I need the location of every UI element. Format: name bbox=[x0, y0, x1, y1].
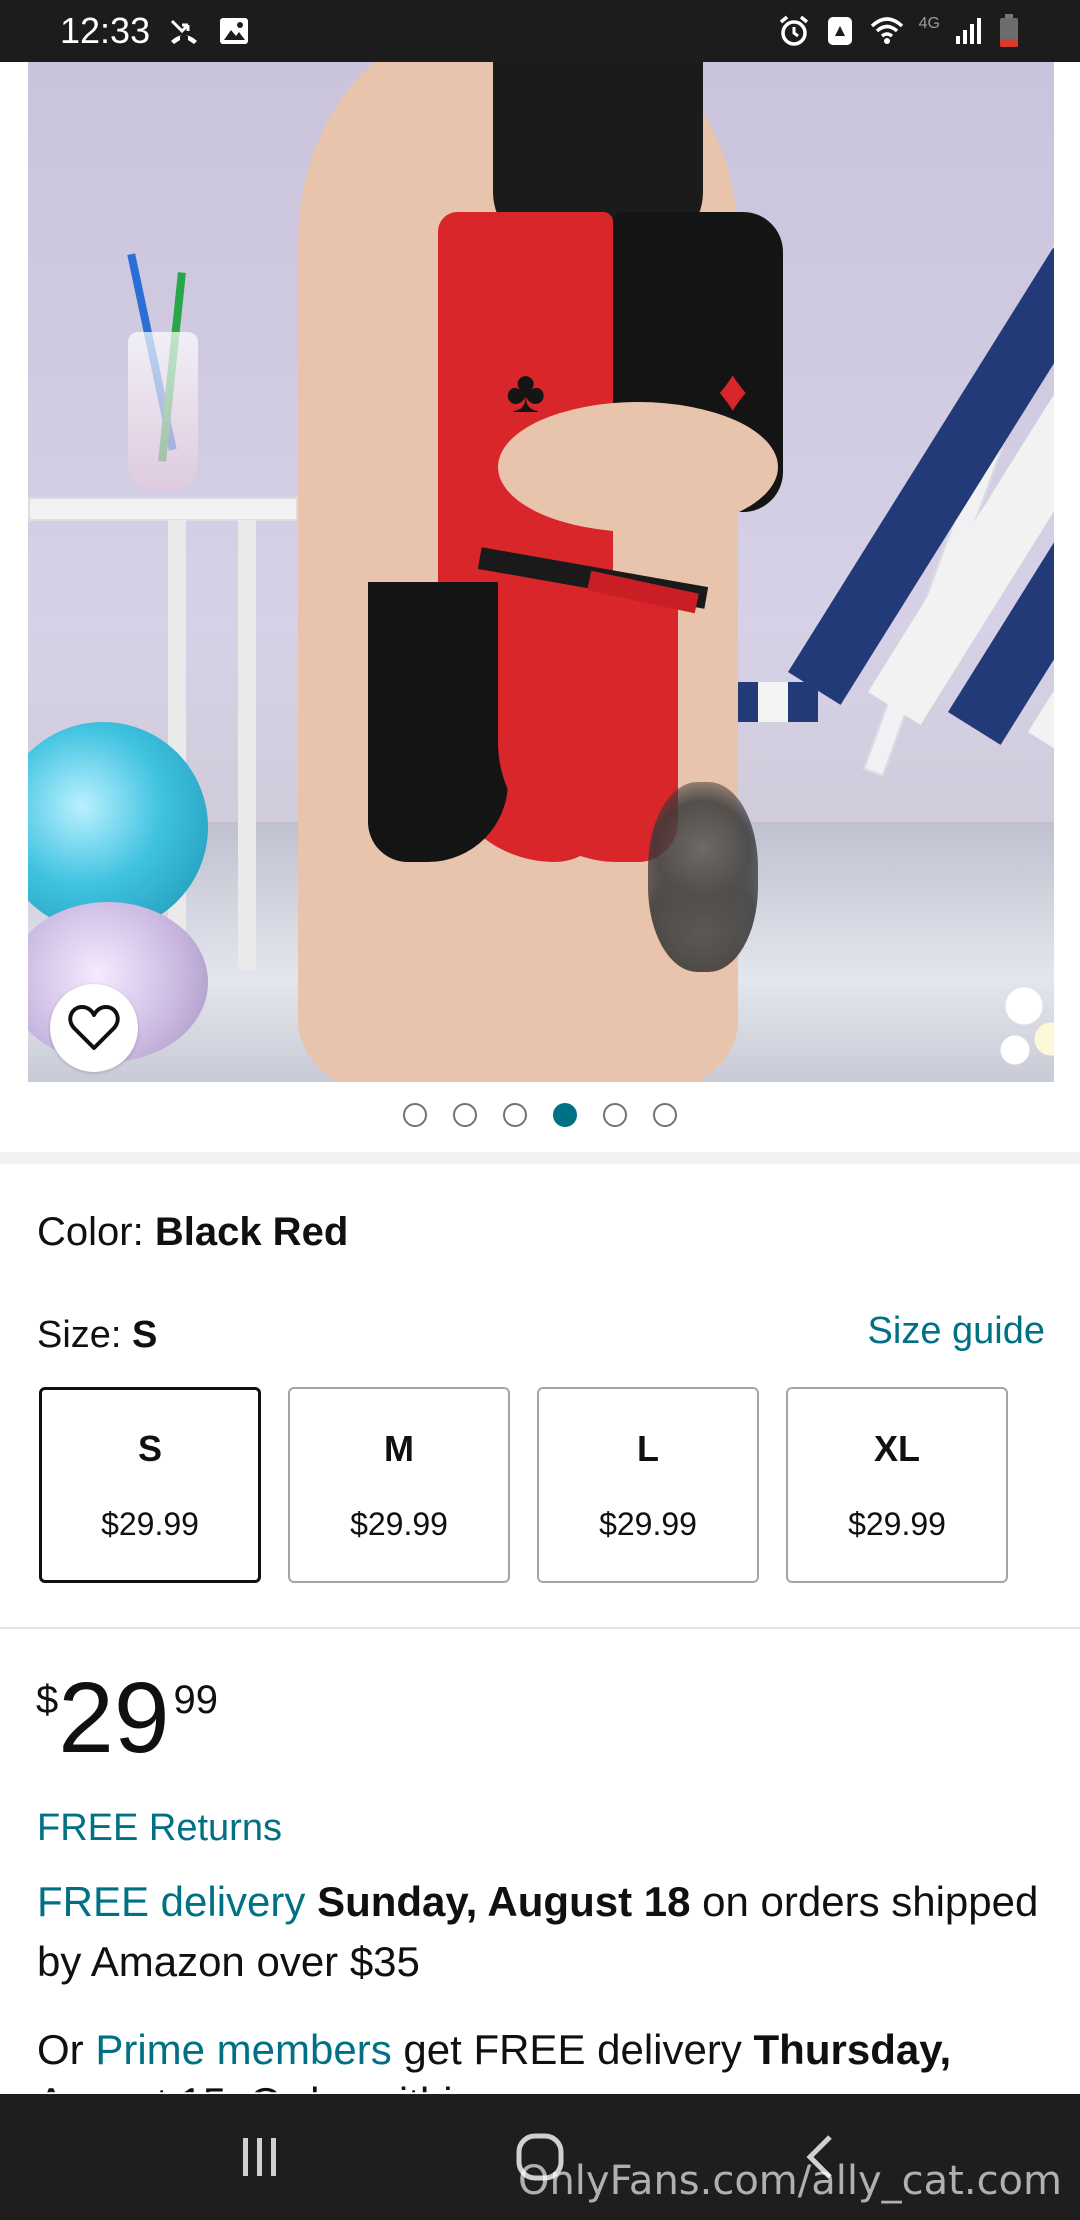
carousel-dot[interactable] bbox=[653, 1103, 677, 1127]
carousel-dot[interactable] bbox=[553, 1103, 577, 1127]
size-option-price: $29.99 bbox=[350, 1505, 448, 1542]
size-guide-link[interactable]: Size guide bbox=[868, 1310, 1045, 1353]
club-suit-print: ♣ bbox=[506, 358, 546, 425]
status-time: 12:33 bbox=[60, 10, 151, 51]
carousel-dot[interactable] bbox=[403, 1103, 427, 1127]
delivery-date: Sunday, August 18 bbox=[317, 1878, 691, 1925]
price-fraction: 99 bbox=[173, 1678, 218, 1722]
wifi-icon bbox=[869, 14, 905, 48]
price-whole: 29 bbox=[58, 1662, 170, 1774]
free-returns-link[interactable]: FREE Returns bbox=[37, 1807, 282, 1850]
diamond-suit-print: ♦ bbox=[718, 358, 748, 423]
size-option-price: $29.99 bbox=[599, 1505, 697, 1542]
watermark-text: OnlyFans.com/ally_cat.com bbox=[517, 2158, 1062, 2204]
delivery-message: FREE delivery Sunday, August 18 on order… bbox=[37, 1872, 1047, 1992]
signal-icon bbox=[954, 16, 984, 46]
price-symbol: $ bbox=[36, 1678, 59, 1722]
recents-icon bbox=[243, 2138, 276, 2176]
carousel-indicators bbox=[0, 1100, 1080, 1130]
size-option-xl[interactable]: XL $29.99 bbox=[786, 1387, 1008, 1583]
color-label: Color: bbox=[37, 1210, 144, 1254]
prime-prefix: Or bbox=[37, 2026, 84, 2073]
status-right: 4G bbox=[777, 13, 1020, 49]
gallery-icon bbox=[218, 15, 250, 47]
size-options: S $29.99 M $29.99 L $29.99 XL $29.99 bbox=[39, 1387, 1008, 1583]
battery-icon bbox=[998, 13, 1020, 49]
size-option-price: $29.99 bbox=[101, 1505, 199, 1542]
product-image[interactable]: ♣ ♦ bbox=[28, 62, 1054, 1082]
recents-button[interactable] bbox=[215, 2117, 305, 2197]
recycle-icon bbox=[825, 14, 855, 48]
prime-members-link[interactable]: Prime members bbox=[95, 2026, 391, 2073]
size-label: Size: bbox=[37, 1314, 122, 1356]
size-option-label: L bbox=[637, 1427, 659, 1469]
size-option-label: S bbox=[137, 1427, 162, 1469]
status-bar: 12:33 4G bbox=[0, 0, 1080, 62]
color-value: Black Red bbox=[154, 1210, 349, 1254]
photo-glass bbox=[128, 332, 198, 492]
color-row: Color: Black Red bbox=[37, 1210, 348, 1255]
photo-table-leg bbox=[238, 520, 256, 970]
photo-tattoo bbox=[648, 782, 758, 972]
heart-icon bbox=[68, 1005, 120, 1050]
prime-date: Thursday, bbox=[753, 2026, 952, 2073]
free-delivery-link[interactable]: FREE delivery bbox=[37, 1878, 305, 1925]
prime-middle: get FREE delivery bbox=[403, 2026, 742, 2073]
carousel-dot[interactable] bbox=[503, 1103, 527, 1127]
photo-flowers bbox=[988, 962, 1054, 1072]
size-option-label: M bbox=[384, 1427, 414, 1469]
size-option-s[interactable]: S $29.99 bbox=[39, 1387, 261, 1583]
photo-table bbox=[28, 497, 298, 521]
size-option-price: $29.99 bbox=[848, 1505, 946, 1542]
size-value: S bbox=[132, 1314, 158, 1356]
product-image-carousel[interactable]: ♣ ♦ bbox=[0, 62, 1080, 1082]
favorite-button[interactable] bbox=[50, 984, 138, 1072]
alarm-icon bbox=[777, 14, 811, 48]
carousel-dot[interactable] bbox=[453, 1103, 477, 1127]
section-separator bbox=[0, 1152, 1080, 1164]
size-option-label: XL bbox=[873, 1427, 920, 1469]
size-row: Size: S bbox=[37, 1314, 157, 1357]
divider bbox=[0, 1627, 1080, 1629]
status-left: 12:33 bbox=[60, 10, 250, 52]
size-option-l[interactable]: L $29.99 bbox=[537, 1387, 759, 1583]
size-option-m[interactable]: M $29.99 bbox=[288, 1387, 510, 1583]
photo-garment-bottom-black bbox=[368, 582, 508, 862]
network-label: 4G bbox=[918, 15, 940, 32]
product-price: $ 29 99 bbox=[36, 1668, 218, 1768]
carousel-dot[interactable] bbox=[603, 1103, 627, 1127]
missed-call-icon bbox=[168, 15, 200, 47]
